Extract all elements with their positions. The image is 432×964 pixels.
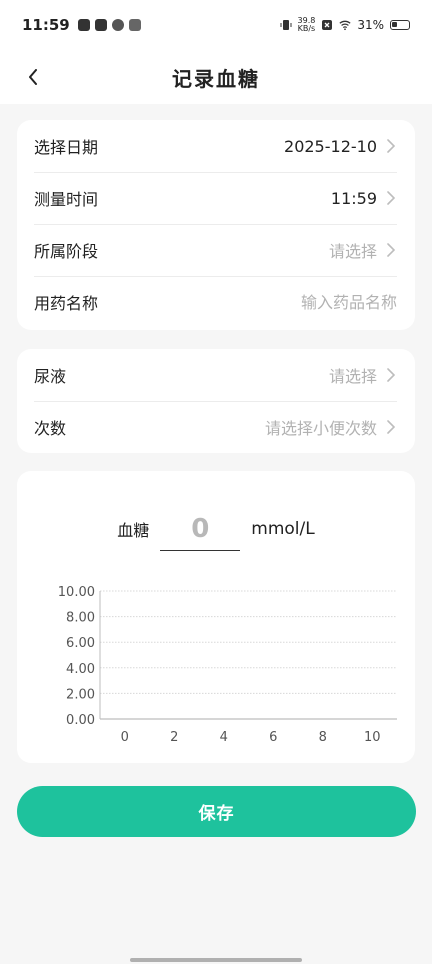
glucose-input[interactable]: [160, 507, 241, 551]
medicine-row: 用药名称: [17, 276, 415, 328]
chart-x-tick-label: 8: [319, 730, 327, 745]
mail-notification-icon: [94, 19, 107, 31]
glucose-entry: 血糖 mmol/L: [17, 507, 415, 551]
medicine-label: 用药名称: [34, 294, 99, 313]
chart-x-tick-label: 4: [220, 730, 228, 745]
save-button[interactable]: 保存: [17, 786, 416, 837]
measure-time-value: 11:59: [330, 188, 377, 208]
stage-row[interactable]: 所属阶段 请选择: [17, 224, 415, 276]
vibrate-icon: [280, 20, 292, 30]
glucose-unit: mmol/L: [251, 519, 315, 539]
back-button[interactable]: [16, 60, 50, 94]
chart-x-tick-label: 10: [364, 730, 381, 745]
chevron-right-icon: [387, 139, 397, 153]
urine-count-label: 次数: [34, 419, 67, 438]
stage-placeholder: 请选择: [328, 242, 377, 261]
wechat-notification-icon: [111, 19, 124, 31]
network-speed-unit: KB/s: [297, 24, 316, 33]
urine-count-row[interactable]: 次数 请选择小便次数: [17, 401, 415, 453]
notification-icons: [77, 19, 141, 31]
select-date-row[interactable]: 选择日期 2025-12-10: [17, 120, 415, 172]
status-bar: 11:59 39.8 KB/s 31%: [0, 0, 432, 50]
battery-level: 31%: [357, 18, 384, 32]
record-info-card: 选择日期 2025-12-10 测量时间 11:59 所属阶段 请选择 用药名称: [17, 120, 415, 330]
urine-row[interactable]: 尿液 请选择: [17, 349, 415, 401]
chart-y-tick-label: 8.00: [66, 611, 95, 626]
sim-off-icon: [322, 20, 333, 30]
stage-label: 所属阶段: [34, 242, 99, 261]
urine-card: 尿液 请选择 次数 请选择小便次数: [17, 349, 415, 453]
battery-icon: [390, 20, 410, 30]
glucose-card: 血糖 mmol/L 0.00 2.00 4.00 6.00 8.00 10.00 0 2 4 6 8…: [17, 471, 415, 763]
measure-time-label: 测量时间: [34, 190, 99, 209]
chart-x-tick-label: 2: [170, 730, 178, 745]
chart-y-tick-label: 0.00: [66, 713, 95, 728]
glucose-label: 血糖: [117, 521, 150, 540]
status-time: 11:59: [22, 16, 70, 34]
nav-bar: 记录血糖: [0, 50, 432, 104]
chart-x-tick-label: 0: [121, 730, 129, 745]
chart-y-tick-label: 4.00: [66, 662, 95, 677]
app-notification-icon: [128, 19, 141, 31]
urine-placeholder: 请选择: [328, 367, 377, 386]
select-date-value: 2025-12-10: [284, 136, 377, 156]
chart-y-tick-label: 10.00: [58, 585, 95, 600]
wifi-icon: [339, 20, 351, 31]
app-notification-icon: [77, 19, 90, 31]
glucose-chart: 0.00 2.00 4.00 6.00 8.00 10.00 0 2 4 6 8 10: [58, 585, 397, 745]
page-title: 记录血糖: [172, 66, 260, 91]
home-indicator: [130, 958, 302, 962]
urine-count-placeholder: 请选择小便次数: [264, 419, 377, 438]
medicine-input[interactable]: [197, 292, 397, 312]
chevron-right-icon: [387, 243, 397, 257]
status-right: 39.8 KB/s 31%: [280, 17, 410, 33]
chart-y-tick-label: 2.00: [66, 687, 95, 702]
select-date-label: 选择日期: [34, 138, 99, 157]
chart-x-tick-label: 6: [269, 730, 277, 745]
urine-label: 尿液: [34, 367, 67, 386]
chevron-right-icon: [387, 368, 397, 382]
network-speed: 39.8 KB/s: [298, 17, 316, 33]
chevron-right-icon: [387, 191, 397, 205]
chevron-left-icon: [29, 69, 37, 85]
measure-time-row[interactable]: 测量时间 11:59: [17, 172, 415, 224]
chevron-right-icon: [387, 420, 397, 434]
chart-y-tick-label: 6.00: [66, 636, 95, 651]
